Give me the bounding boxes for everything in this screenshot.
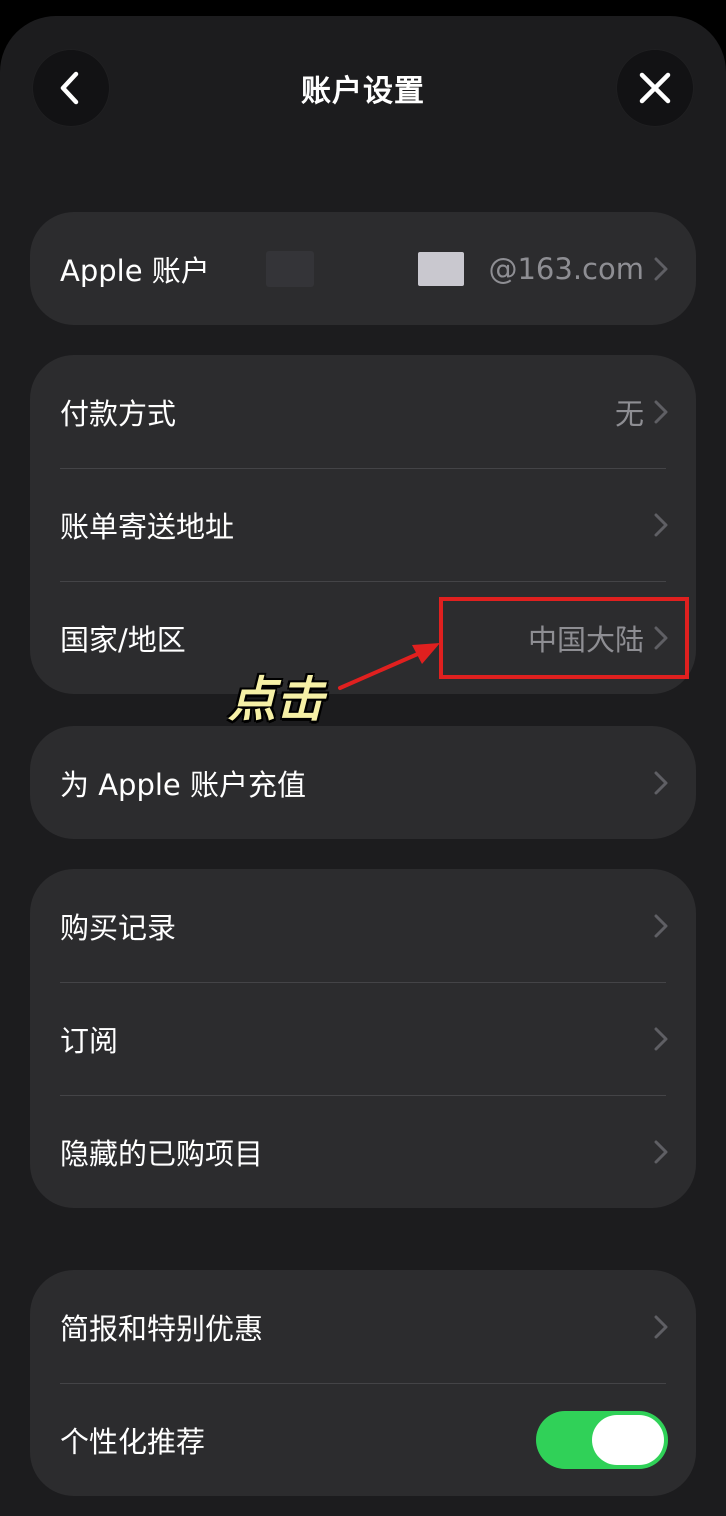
close-button[interactable] xyxy=(616,49,694,127)
redacted-block xyxy=(418,251,465,286)
apple-account-row[interactable]: Apple 账户 @163.com xyxy=(30,212,696,325)
apple-account-label: Apple 账户 xyxy=(60,253,210,288)
chevron-right-icon xyxy=(654,257,668,280)
chevron-right-icon xyxy=(654,914,668,937)
chevron-right-icon xyxy=(654,513,668,536)
account-email: @163.com xyxy=(488,251,644,286)
chevron-right-icon xyxy=(654,771,668,794)
personalized-recommendations-toggle[interactable] xyxy=(536,1410,668,1469)
payment-method-row[interactable]: 付款方式 无 xyxy=(30,355,696,468)
personalized-recommendations-label: 个性化推荐 xyxy=(60,1424,206,1459)
country-region-label: 国家/地区 xyxy=(60,622,186,657)
purchases-card: 购买记录 订阅 隐藏的已购项目 xyxy=(30,869,696,1208)
subscriptions-label: 订阅 xyxy=(60,1023,119,1058)
chevron-right-icon xyxy=(654,400,668,423)
top-up-label: 为 Apple 账户充值 xyxy=(60,767,306,802)
top-up-row[interactable]: 为 Apple 账户充值 xyxy=(30,726,696,839)
chevron-right-icon xyxy=(654,1140,668,1163)
hidden-purchases-label: 隐藏的已购项目 xyxy=(60,1136,264,1171)
payment-method-label: 付款方式 xyxy=(60,396,177,431)
close-icon xyxy=(639,72,671,104)
newsletters-label: 简报和特别优惠 xyxy=(60,1311,264,1346)
offers-card: 简报和特别优惠 个性化推荐 xyxy=(30,1270,696,1496)
redacted-block xyxy=(266,250,315,287)
account-card: Apple 账户 @163.com xyxy=(30,212,696,325)
chevron-right-icon xyxy=(654,1315,668,1338)
subscriptions-row[interactable]: 订阅 xyxy=(30,982,696,1095)
billing-address-row[interactable]: 账单寄送地址 xyxy=(30,468,696,581)
purchase-history-label: 购买记录 xyxy=(60,910,177,945)
annotation-label: 点击 xyxy=(228,672,325,728)
top-up-card: 为 Apple 账户充值 xyxy=(30,726,696,839)
hidden-purchases-row[interactable]: 隐藏的已购项目 xyxy=(30,1095,696,1208)
purchase-history-row[interactable]: 购买记录 xyxy=(30,869,696,982)
payment-method-value: 无 xyxy=(614,396,644,431)
toggle-knob xyxy=(592,1414,664,1465)
highlight-box xyxy=(439,597,689,679)
personalized-recommendations-row: 个性化推荐 xyxy=(30,1383,696,1496)
chevron-right-icon xyxy=(654,1027,668,1050)
newsletters-row[interactable]: 简报和特别优惠 xyxy=(30,1270,696,1383)
billing-address-label: 账单寄送地址 xyxy=(60,509,235,544)
